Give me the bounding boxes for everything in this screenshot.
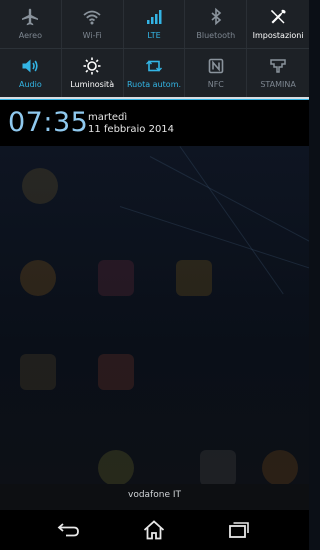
tile-airplane[interactable]: Aereo xyxy=(0,0,62,48)
quick-settings-panel: Aereo Wi-Fi LTE Bluetooth Impostazioni A… xyxy=(0,0,309,97)
app-icon xyxy=(176,260,212,296)
tile-stamina-label: STAMINA xyxy=(260,80,296,89)
dimmed-home-screen xyxy=(0,146,309,484)
tile-auto-rotate-label: Ruota autom. xyxy=(126,80,182,89)
tile-bluetooth-label: Bluetooth xyxy=(196,31,236,40)
back-icon xyxy=(57,523,79,537)
signal-icon xyxy=(146,10,162,24)
back-button[interactable] xyxy=(49,516,89,544)
app-icon xyxy=(22,168,58,204)
home-icon xyxy=(143,520,165,540)
app-icon xyxy=(98,260,134,296)
tile-wifi[interactable]: Wi-Fi xyxy=(62,0,124,48)
tile-wifi-label: Wi-Fi xyxy=(82,31,102,40)
clock-date: 11 febbraio 2014 xyxy=(88,124,175,135)
clock-header[interactable]: 07:35 martedì 11 febbraio 2014 xyxy=(0,100,309,146)
app-icon xyxy=(98,354,134,390)
app-icon xyxy=(20,354,56,390)
tile-audio-label: Audio xyxy=(19,80,42,89)
tile-stamina[interactable]: STAMINA xyxy=(247,49,309,97)
nfc-icon xyxy=(208,58,224,74)
tile-lte-label: LTE xyxy=(147,31,161,40)
tile-brightness-label: Luminosità xyxy=(70,80,115,89)
carrier-name: vodafone IT xyxy=(128,490,181,500)
app-icon xyxy=(200,450,236,484)
brightness-icon xyxy=(83,57,101,75)
carrier-bar: vodafone IT xyxy=(0,484,309,510)
tile-nfc-label: NFC xyxy=(207,80,224,89)
tile-audio[interactable]: Audio xyxy=(0,49,62,97)
tools-icon xyxy=(271,9,286,24)
wifi-icon xyxy=(83,10,101,25)
app-icon xyxy=(98,450,134,484)
clock-time: 07:35 xyxy=(8,107,89,138)
tile-bluetooth[interactable]: Bluetooth xyxy=(185,0,248,48)
stamina-icon xyxy=(270,59,286,73)
quick-settings-row-1: Aereo Wi-Fi LTE Bluetooth Impostazioni xyxy=(0,0,309,48)
tile-airplane-label: Aereo xyxy=(18,31,42,40)
tile-lte[interactable]: LTE xyxy=(124,0,186,48)
tile-settings-label: Impostazioni xyxy=(252,31,304,40)
wallpaper-streak xyxy=(119,206,309,275)
app-icon xyxy=(262,450,298,484)
quick-settings-row-2: Audio Luminosità Ruota autom. NFC STAMIN… xyxy=(0,49,309,97)
home-button[interactable] xyxy=(134,516,174,544)
recent-apps-icon xyxy=(229,522,249,538)
bluetooth-icon xyxy=(211,7,221,26)
app-icon xyxy=(20,260,56,296)
tile-auto-rotate[interactable]: Ruota autom. xyxy=(124,49,186,97)
airplane-icon xyxy=(22,8,39,26)
tile-settings[interactable]: Impostazioni xyxy=(247,0,309,48)
navigation-bar xyxy=(0,510,309,550)
tile-nfc[interactable]: NFC xyxy=(185,49,248,97)
rotate-icon xyxy=(145,60,162,72)
speaker-icon xyxy=(22,59,39,73)
recent-apps-button[interactable] xyxy=(219,516,259,544)
wallpaper-streak xyxy=(149,156,309,251)
tile-brightness[interactable]: Luminosità xyxy=(62,49,124,97)
clock-day: martedì xyxy=(88,112,128,123)
